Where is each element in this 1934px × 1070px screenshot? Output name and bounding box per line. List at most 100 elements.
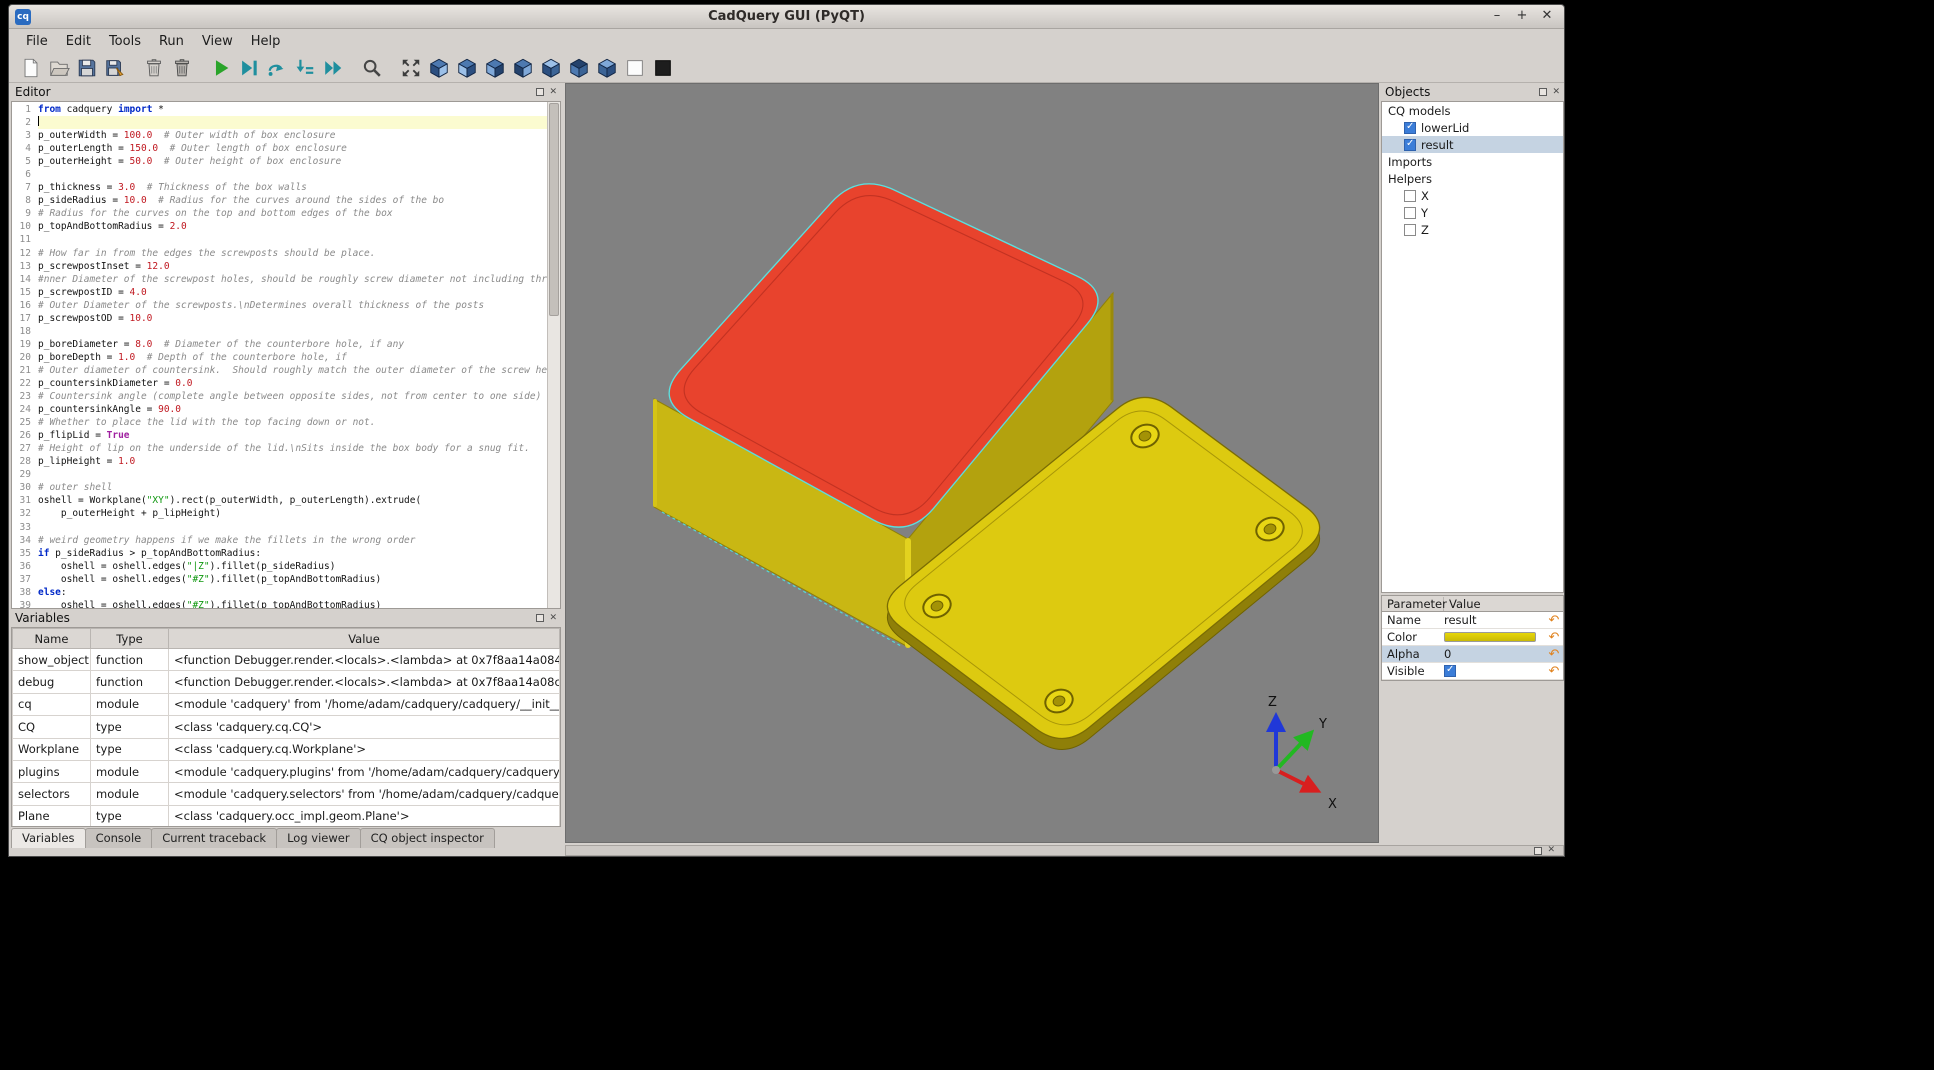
code-line[interactable]: 24p_countersinkAngle = 90.0	[12, 403, 547, 416]
view-iso-button[interactable]	[593, 54, 621, 81]
visibility-checkbox[interactable]	[1404, 207, 1416, 219]
code-line[interactable]: 21# Outer diameter of countersink. Shoul…	[12, 364, 547, 377]
variable-row[interactable]: cqmodule<module 'cadquery' from '/home/a…	[13, 693, 560, 715]
delete-button[interactable]	[140, 54, 168, 81]
fit-all-button[interactable]	[397, 54, 425, 81]
parameter-value[interactable]: result	[1444, 613, 1545, 627]
code-line[interactable]: 8p_sideRadius = 10.0 # Radius for the cu…	[12, 194, 547, 207]
background-dark-button[interactable]	[649, 54, 677, 81]
code-line[interactable]: 6	[12, 168, 547, 181]
code-line[interactable]: 5p_outerHeight = 50.0 # Outer height of …	[12, 155, 547, 168]
tree-item-y[interactable]: Y	[1382, 204, 1563, 221]
zoom-button[interactable]	[358, 54, 386, 81]
variable-row[interactable]: CQtype<class 'cadquery.cq.CQ'>	[13, 716, 560, 738]
visibility-checkbox[interactable]	[1404, 122, 1416, 134]
code-line[interactable]: 13p_screwpostInset = 12.0	[12, 260, 547, 273]
editor-scrollbar[interactable]	[547, 102, 560, 608]
parameter-row-color[interactable]: Color↶	[1382, 629, 1563, 646]
code-line[interactable]: 18	[12, 325, 547, 338]
code-line[interactable]: 1from cadquery import *	[12, 103, 547, 116]
close-icon[interactable]: ✕	[1552, 88, 1560, 97]
menu-help[interactable]: Help	[242, 32, 290, 51]
tab-console[interactable]: Console	[85, 828, 153, 848]
code-line[interactable]: 22p_countersinkDiameter = 0.0	[12, 377, 547, 390]
tab-cq-object-inspector[interactable]: CQ object inspector	[360, 828, 495, 848]
code-line[interactable]: 35if p_sideRadius > p_topAndBottomRadius…	[12, 547, 547, 560]
tree-item-x[interactable]: X	[1382, 187, 1563, 204]
parameter-row-name[interactable]: Nameresult↶	[1382, 612, 1563, 629]
view-top-button[interactable]	[537, 54, 565, 81]
value-column-header[interactable]: Value	[1444, 597, 1481, 611]
code-line[interactable]: 25# Whether to place the lid with the to…	[12, 416, 547, 429]
variable-row[interactable]: selectorsmodule<module 'cadquery.selecto…	[13, 783, 560, 805]
parameter-row-visible[interactable]: Visible↶	[1382, 663, 1563, 680]
reset-icon[interactable]: ↶	[1545, 613, 1563, 628]
parameter-value[interactable]	[1444, 665, 1545, 677]
code-line[interactable]: 29	[12, 468, 547, 481]
menu-run[interactable]: Run	[150, 32, 193, 51]
tree-item-result[interactable]: result	[1382, 136, 1563, 153]
tab-log-viewer[interactable]: Log viewer	[276, 828, 360, 848]
view-front-button[interactable]	[425, 54, 453, 81]
code-line[interactable]: 23# Countersink angle (complete angle be…	[12, 390, 547, 403]
debug-button[interactable]	[235, 54, 263, 81]
code-line[interactable]: 19p_boreDiameter = 8.0 # Diameter of the…	[12, 338, 547, 351]
menu-view[interactable]: View	[193, 32, 242, 51]
column-header-value[interactable]: Value	[169, 629, 560, 649]
background-white-button[interactable]	[621, 54, 649, 81]
code-line[interactable]: 27# Height of lip on the underside of th…	[12, 442, 547, 455]
step-button[interactable]	[263, 54, 291, 81]
reset-icon[interactable]: ↶	[1545, 630, 1563, 645]
minimize-button[interactable]: –	[1490, 8, 1504, 23]
step-into-button[interactable]	[291, 54, 319, 81]
visibility-checkbox[interactable]	[1404, 190, 1416, 202]
code-line[interactable]: 9# Radius for the curves on the top and …	[12, 207, 547, 220]
parameter-value[interactable]: 0	[1444, 647, 1545, 661]
color-swatch[interactable]	[1444, 632, 1536, 642]
variable-row[interactable]: Planetype<class 'cadquery.occ_impl.geom.…	[13, 805, 560, 827]
code-line[interactable]: 31oshell = Workplane("XY").rect(p_outerW…	[12, 494, 547, 507]
float-icon[interactable]	[1534, 847, 1542, 855]
reset-icon[interactable]: ↶	[1545, 664, 1563, 679]
tree-item-helpers[interactable]: Helpers	[1382, 170, 1563, 187]
code-line[interactable]: 30# outer shell	[12, 481, 547, 494]
column-header-name[interactable]: Name	[13, 629, 91, 649]
tab-current-traceback[interactable]: Current traceback	[151, 828, 277, 848]
close-icon[interactable]: ✕	[1547, 846, 1555, 855]
code-line[interactable]: 37 oshell = oshell.edges("#Z").fillet(p_…	[12, 573, 547, 586]
code-line[interactable]: 39 oshell = oshell.edges("#Z").fillet(p_…	[12, 599, 547, 609]
visibility-checkbox[interactable]	[1404, 139, 1416, 151]
menu-tools[interactable]: Tools	[100, 32, 150, 51]
tree-item-z[interactable]: Z	[1382, 221, 1563, 238]
code-line[interactable]: 36 oshell = oshell.edges("|Z").fillet(p_…	[12, 560, 547, 573]
tab-variables[interactable]: Variables	[11, 828, 86, 848]
delete-all-button[interactable]	[168, 54, 196, 81]
view-left-button[interactable]	[481, 54, 509, 81]
titlebar[interactable]: cq CadQuery GUI (PyQT) – + ✕	[9, 5, 1564, 29]
tree-item-lowerlid[interactable]: lowerLid	[1382, 119, 1563, 136]
code-line[interactable]: 38else:	[12, 586, 547, 599]
tree-item-imports[interactable]: Imports	[1382, 153, 1563, 170]
visibility-checkbox[interactable]	[1404, 224, 1416, 236]
float-icon[interactable]	[1539, 88, 1547, 96]
variable-row[interactable]: pluginsmodule<module 'cadquery.plugins' …	[13, 760, 560, 782]
code-line[interactable]: 12# How far in from the edges the screwp…	[12, 247, 547, 260]
code-line[interactable]: 33	[12, 521, 547, 534]
float-icon[interactable]	[536, 88, 544, 96]
variable-row[interactable]: show_objectfunction<function Debugger.re…	[13, 649, 560, 671]
code-line[interactable]: 3p_outerWidth = 100.0 # Outer width of b…	[12, 129, 547, 142]
scrollbar-thumb[interactable]	[549, 103, 559, 316]
code-line[interactable]: 32 p_outerHeight + p_lipHeight)	[12, 507, 547, 520]
tree-item-cq-models[interactable]: CQ models	[1382, 102, 1563, 119]
continue-button[interactable]	[319, 54, 347, 81]
parameter-column-header[interactable]: Parameter	[1382, 597, 1444, 611]
code-line[interactable]: 16# Outer Diameter of the screwposts.\nD…	[12, 299, 547, 312]
code-line[interactable]: 34# weird geometry happens if we make th…	[12, 534, 547, 547]
menu-file[interactable]: File	[17, 32, 57, 51]
reset-icon[interactable]: ↶	[1545, 647, 1563, 662]
code-line[interactable]: 28p_lipHeight = 1.0	[12, 455, 547, 468]
close-icon[interactable]: ✕	[549, 88, 557, 97]
code-line[interactable]: 15p_screwpostID = 4.0	[12, 286, 547, 299]
run-button[interactable]	[207, 54, 235, 81]
code-line[interactable]: 17p_screwpostOD = 10.0	[12, 312, 547, 325]
